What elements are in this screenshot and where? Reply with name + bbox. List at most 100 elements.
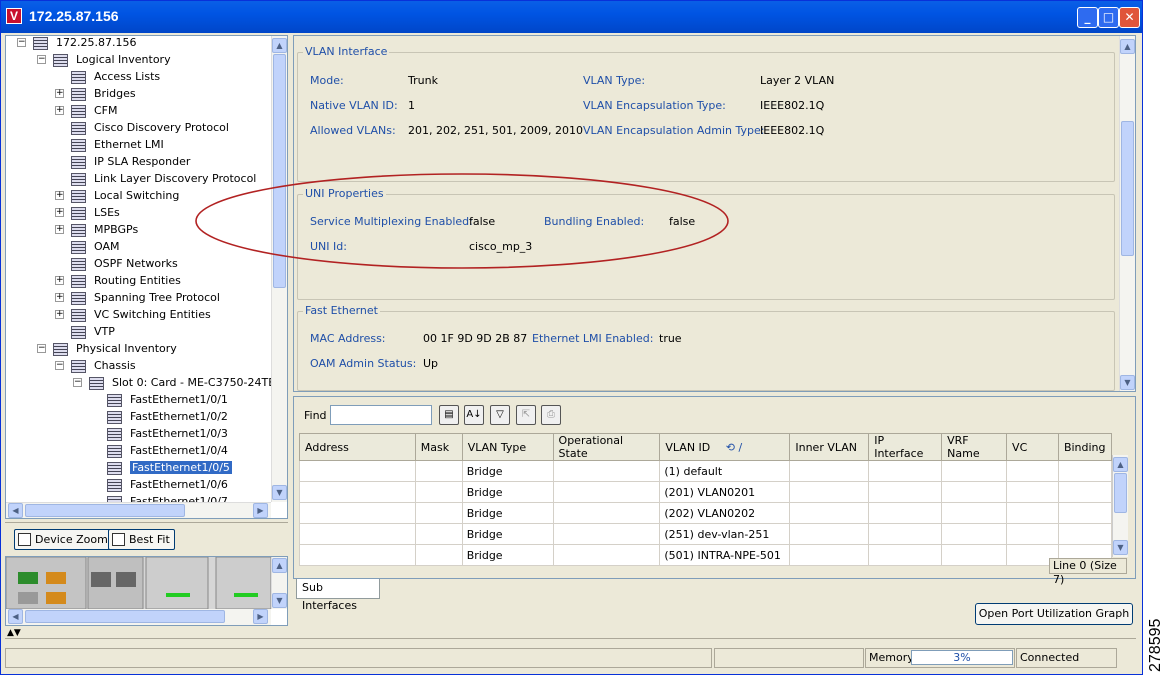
tree-horizontal-scrollbar[interactable]: ◀ ▶ bbox=[6, 502, 271, 518]
preview-vertical-scrollbar[interactable]: ▲ ▼ bbox=[271, 557, 287, 609]
tree-item[interactable]: + Spanning Tree Protocol bbox=[55, 289, 220, 306]
scroll-right-icon[interactable]: ▶ bbox=[253, 503, 268, 518]
properties-scroll-up-icon[interactable]: ▲ bbox=[1120, 39, 1135, 54]
col-vlan-id[interactable]: VLAN ID ⟲ / bbox=[659, 433, 791, 461]
tree-expander-icon[interactable]: + bbox=[55, 276, 64, 285]
tree-item[interactable]: Access Lists bbox=[71, 68, 160, 85]
table-row[interactable]: Bridge (1) default bbox=[299, 460, 1113, 482]
properties-scrollbar[interactable]: ▲ ▼ bbox=[1119, 36, 1135, 391]
tree-expander-icon[interactable]: + bbox=[55, 310, 64, 319]
title-bar[interactable]: V 172.25.87.156 _ □ ✕ bbox=[1, 1, 1142, 33]
scroll-left-icon[interactable]: ◀ bbox=[8, 503, 23, 518]
tree-item[interactable]: − Logical Inventory bbox=[37, 51, 171, 68]
tree-expander-icon[interactable]: + bbox=[55, 106, 64, 115]
table-row[interactable]: Bridge (202) VLAN0202 bbox=[299, 502, 1113, 524]
tree-item[interactable]: − Chassis bbox=[55, 357, 136, 374]
tree-item[interactable]: Cisco Discovery Protocol bbox=[71, 119, 229, 136]
preview-scroll-right-icon[interactable]: ▶ bbox=[253, 609, 268, 624]
table-scrollbar[interactable]: ▲ ▼ bbox=[1112, 455, 1128, 557]
table-cell bbox=[552, 523, 661, 545]
col-operational-state[interactable]: Operational State bbox=[552, 433, 661, 461]
col-address[interactable]: Address bbox=[299, 433, 416, 461]
tree-item[interactable]: Ethernet LMI bbox=[71, 136, 164, 153]
table-row[interactable]: Bridge (201) VLAN0201 bbox=[299, 481, 1113, 503]
tree-expander-icon[interactable]: + bbox=[55, 191, 64, 200]
tree-item[interactable]: + Routing Entities bbox=[55, 272, 181, 289]
col-ip-interface[interactable]: IP Interface bbox=[868, 433, 943, 461]
tree-item[interactable]: FastEthernet1/0/3 bbox=[107, 425, 228, 442]
tab-sub-interfaces[interactable]: Sub Interfaces bbox=[296, 579, 380, 612]
tree-item[interactable]: FastEthernet1/0/2 bbox=[107, 408, 228, 425]
tree-item[interactable]: FastEthernet1/0/4 bbox=[107, 442, 228, 459]
preview-horizontal-scrollbar[interactable]: ◀ ▶ bbox=[6, 609, 271, 625]
best-fit-button[interactable]: Best Fit bbox=[108, 529, 175, 550]
h-scroll-thumb[interactable] bbox=[25, 504, 185, 517]
tree-expander-icon[interactable]: − bbox=[55, 361, 64, 370]
tree-item[interactable]: FastEthernet1/0/1 bbox=[107, 391, 228, 408]
table-row[interactable]: Bridge (251) dev-vlan-251 bbox=[299, 523, 1113, 545]
tree-item[interactable]: FastEthernet1/0/5 bbox=[107, 459, 232, 476]
col-inner-vlan[interactable]: Inner VLAN bbox=[789, 433, 870, 461]
inventory-tree[interactable]: − 172.25.87.156 − Logical Inventory Access L… bbox=[5, 35, 288, 519]
tree-item-label: Access Lists bbox=[94, 70, 161, 83]
device-zoom-button[interactable]: Device Zoom bbox=[14, 529, 113, 550]
tree-item[interactable]: + Local Switching bbox=[55, 187, 179, 204]
tree-expander-icon[interactable]: − bbox=[73, 378, 82, 387]
tree-expander-icon[interactable]: + bbox=[55, 225, 64, 234]
tree-item[interactable]: OSPF Networks bbox=[71, 255, 178, 272]
tree-expander-icon[interactable]: + bbox=[55, 293, 64, 302]
close-button[interactable]: ✕ bbox=[1119, 7, 1140, 28]
preview-h-thumb[interactable] bbox=[25, 610, 225, 623]
print-icon[interactable]: ⎙ bbox=[541, 405, 561, 425]
table-scroll-down-icon[interactable]: ▼ bbox=[1113, 540, 1128, 555]
tree-item[interactable]: IP SLA Responder bbox=[71, 153, 190, 170]
fast-ethernet-title: Fast Ethernet bbox=[303, 304, 380, 317]
minimize-button[interactable]: _ bbox=[1077, 7, 1098, 28]
tree-item[interactable]: + CFM bbox=[55, 102, 118, 119]
table-scroll-up-icon[interactable]: ▲ bbox=[1113, 457, 1128, 472]
tree-expander-icon[interactable]: + bbox=[55, 89, 64, 98]
maximize-button[interactable]: □ bbox=[1098, 7, 1119, 28]
tree-item[interactable]: OAM bbox=[71, 238, 119, 255]
tree-item[interactable]: VTP bbox=[71, 323, 115, 340]
scroll-down-icon[interactable]: ▼ bbox=[272, 485, 287, 500]
table-cell: (501) INTRA-NPE-501 bbox=[659, 544, 791, 566]
sub-interfaces-table[interactable]: Address Mask VLAN Type Operational State… bbox=[299, 433, 1113, 566]
table-scroll-thumb[interactable] bbox=[1114, 473, 1127, 513]
tree-expander-icon[interactable]: − bbox=[37, 344, 46, 353]
tree-node-icon bbox=[71, 206, 86, 220]
scroll-up-icon[interactable]: ▲ bbox=[272, 38, 287, 53]
tree-item[interactable]: − Slot 0: Card - ME-C3750-24TE - bbox=[73, 374, 283, 391]
tree-expander-icon[interactable]: − bbox=[17, 38, 26, 47]
device-preview[interactable]: ▲ ▼ ◀ ▶ bbox=[5, 556, 288, 626]
preview-scroll-up-icon[interactable]: ▲ bbox=[272, 558, 287, 573]
tree-expander-icon[interactable]: − bbox=[37, 55, 46, 64]
table-row[interactable]: Bridge (501) INTRA-NPE-501 bbox=[299, 544, 1113, 566]
properties-scroll-down-icon[interactable]: ▼ bbox=[1120, 375, 1135, 390]
tree-item[interactable]: + LSEs bbox=[55, 204, 120, 221]
col-mask[interactable]: Mask bbox=[414, 433, 463, 461]
collapse-toggle-icon[interactable]: ▲▼ bbox=[7, 628, 21, 638]
col-binding[interactable]: Binding bbox=[1057, 433, 1113, 461]
open-port-utilization-button[interactable]: Open Port Utilization Graph bbox=[975, 603, 1133, 625]
tree-expander-icon[interactable]: + bbox=[55, 208, 64, 217]
preview-scroll-left-icon[interactable]: ◀ bbox=[8, 609, 23, 624]
tree-item[interactable]: + VC Switching Entities bbox=[55, 306, 211, 323]
col-vlan-type[interactable]: VLAN Type bbox=[461, 433, 554, 461]
sort-az-icon[interactable]: A↓ bbox=[464, 405, 484, 425]
tree-item[interactable]: + Bridges bbox=[55, 85, 136, 102]
filter-icon[interactable]: ▽ bbox=[490, 405, 510, 425]
tree-item[interactable]: − Physical Inventory bbox=[37, 340, 177, 357]
col-vc[interactable]: VC bbox=[1006, 433, 1059, 461]
find-input[interactable] bbox=[330, 405, 432, 425]
preview-scroll-down-icon[interactable]: ▼ bbox=[272, 593, 287, 608]
table-cell bbox=[1006, 502, 1059, 524]
tree-item[interactable]: FastEthernet1/0/6 bbox=[107, 476, 228, 493]
tree-item[interactable]: − 172.25.87.156 bbox=[17, 36, 136, 51]
find-next-icon[interactable]: ▤ bbox=[439, 405, 459, 425]
col-vrf-name[interactable]: VRF Name bbox=[941, 433, 1008, 461]
status-message bbox=[5, 648, 712, 668]
export-icon[interactable]: ⇱ bbox=[516, 405, 536, 425]
properties-scroll-thumb[interactable] bbox=[1121, 121, 1134, 256]
tree-item[interactable]: + MPBGPs bbox=[55, 221, 138, 238]
